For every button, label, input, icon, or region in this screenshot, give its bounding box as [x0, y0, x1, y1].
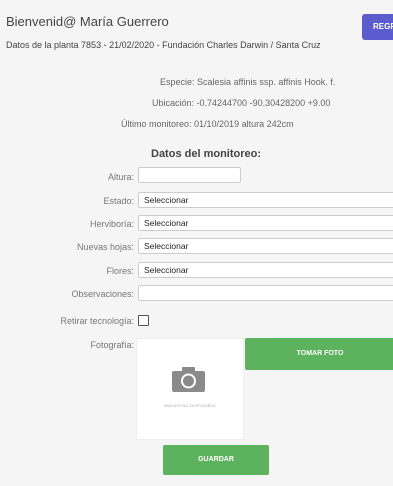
species-info: Especie: Scalesia affinis ssp. affinis H…: [160, 77, 336, 87]
flowers-select[interactable]: Seleccionar: [138, 262, 393, 278]
remove-tech-label: Retirar tecnología:: [60, 316, 134, 326]
flowers-label: Flores:: [106, 266, 134, 276]
herbivory-select[interactable]: Seleccionar: [138, 215, 393, 231]
new-leaves-label: Nuevas hojas:: [76, 242, 134, 252]
remove-tech-checkbox[interactable]: [138, 315, 149, 326]
new-leaves-select[interactable]: Seleccionar: [138, 238, 393, 254]
photo-preview: IMAGEN NO DISPONIBLE: [136, 338, 244, 440]
height-input[interactable]: [138, 167, 241, 183]
camera-icon: [172, 367, 205, 392]
save-button[interactable]: GUARDAR: [163, 445, 269, 475]
state-label: Estado:: [103, 196, 134, 206]
greeting: Bienvenid@ María Guerrero: [6, 14, 169, 29]
observations-input[interactable]: [138, 285, 393, 301]
herbivory-label: Herviboría:: [89, 219, 134, 229]
last-monitoring-info: Último monitoreo: 01/10/2019 altura 242c…: [121, 119, 294, 129]
plant-subheading: Datos de la planta 7853 - 21/02/2020 - F…: [6, 40, 321, 50]
observations-label: Observaciones:: [71, 289, 134, 299]
location-info: Ubicación: -0.74244700 -90.30428200 +9.0…: [152, 98, 331, 108]
take-photo-button[interactable]: TOMAR FOTO: [245, 338, 393, 370]
state-select[interactable]: Seleccionar: [138, 192, 393, 208]
back-button[interactable]: REGRESAR: [362, 14, 393, 40]
image-unavailable-text: IMAGEN NO DISPONIBLE: [163, 403, 216, 408]
height-label: Altura:: [107, 172, 134, 182]
form-title: Datos del monitoreo:: [151, 148, 262, 160]
photo-label: Fotografía:: [90, 340, 134, 350]
